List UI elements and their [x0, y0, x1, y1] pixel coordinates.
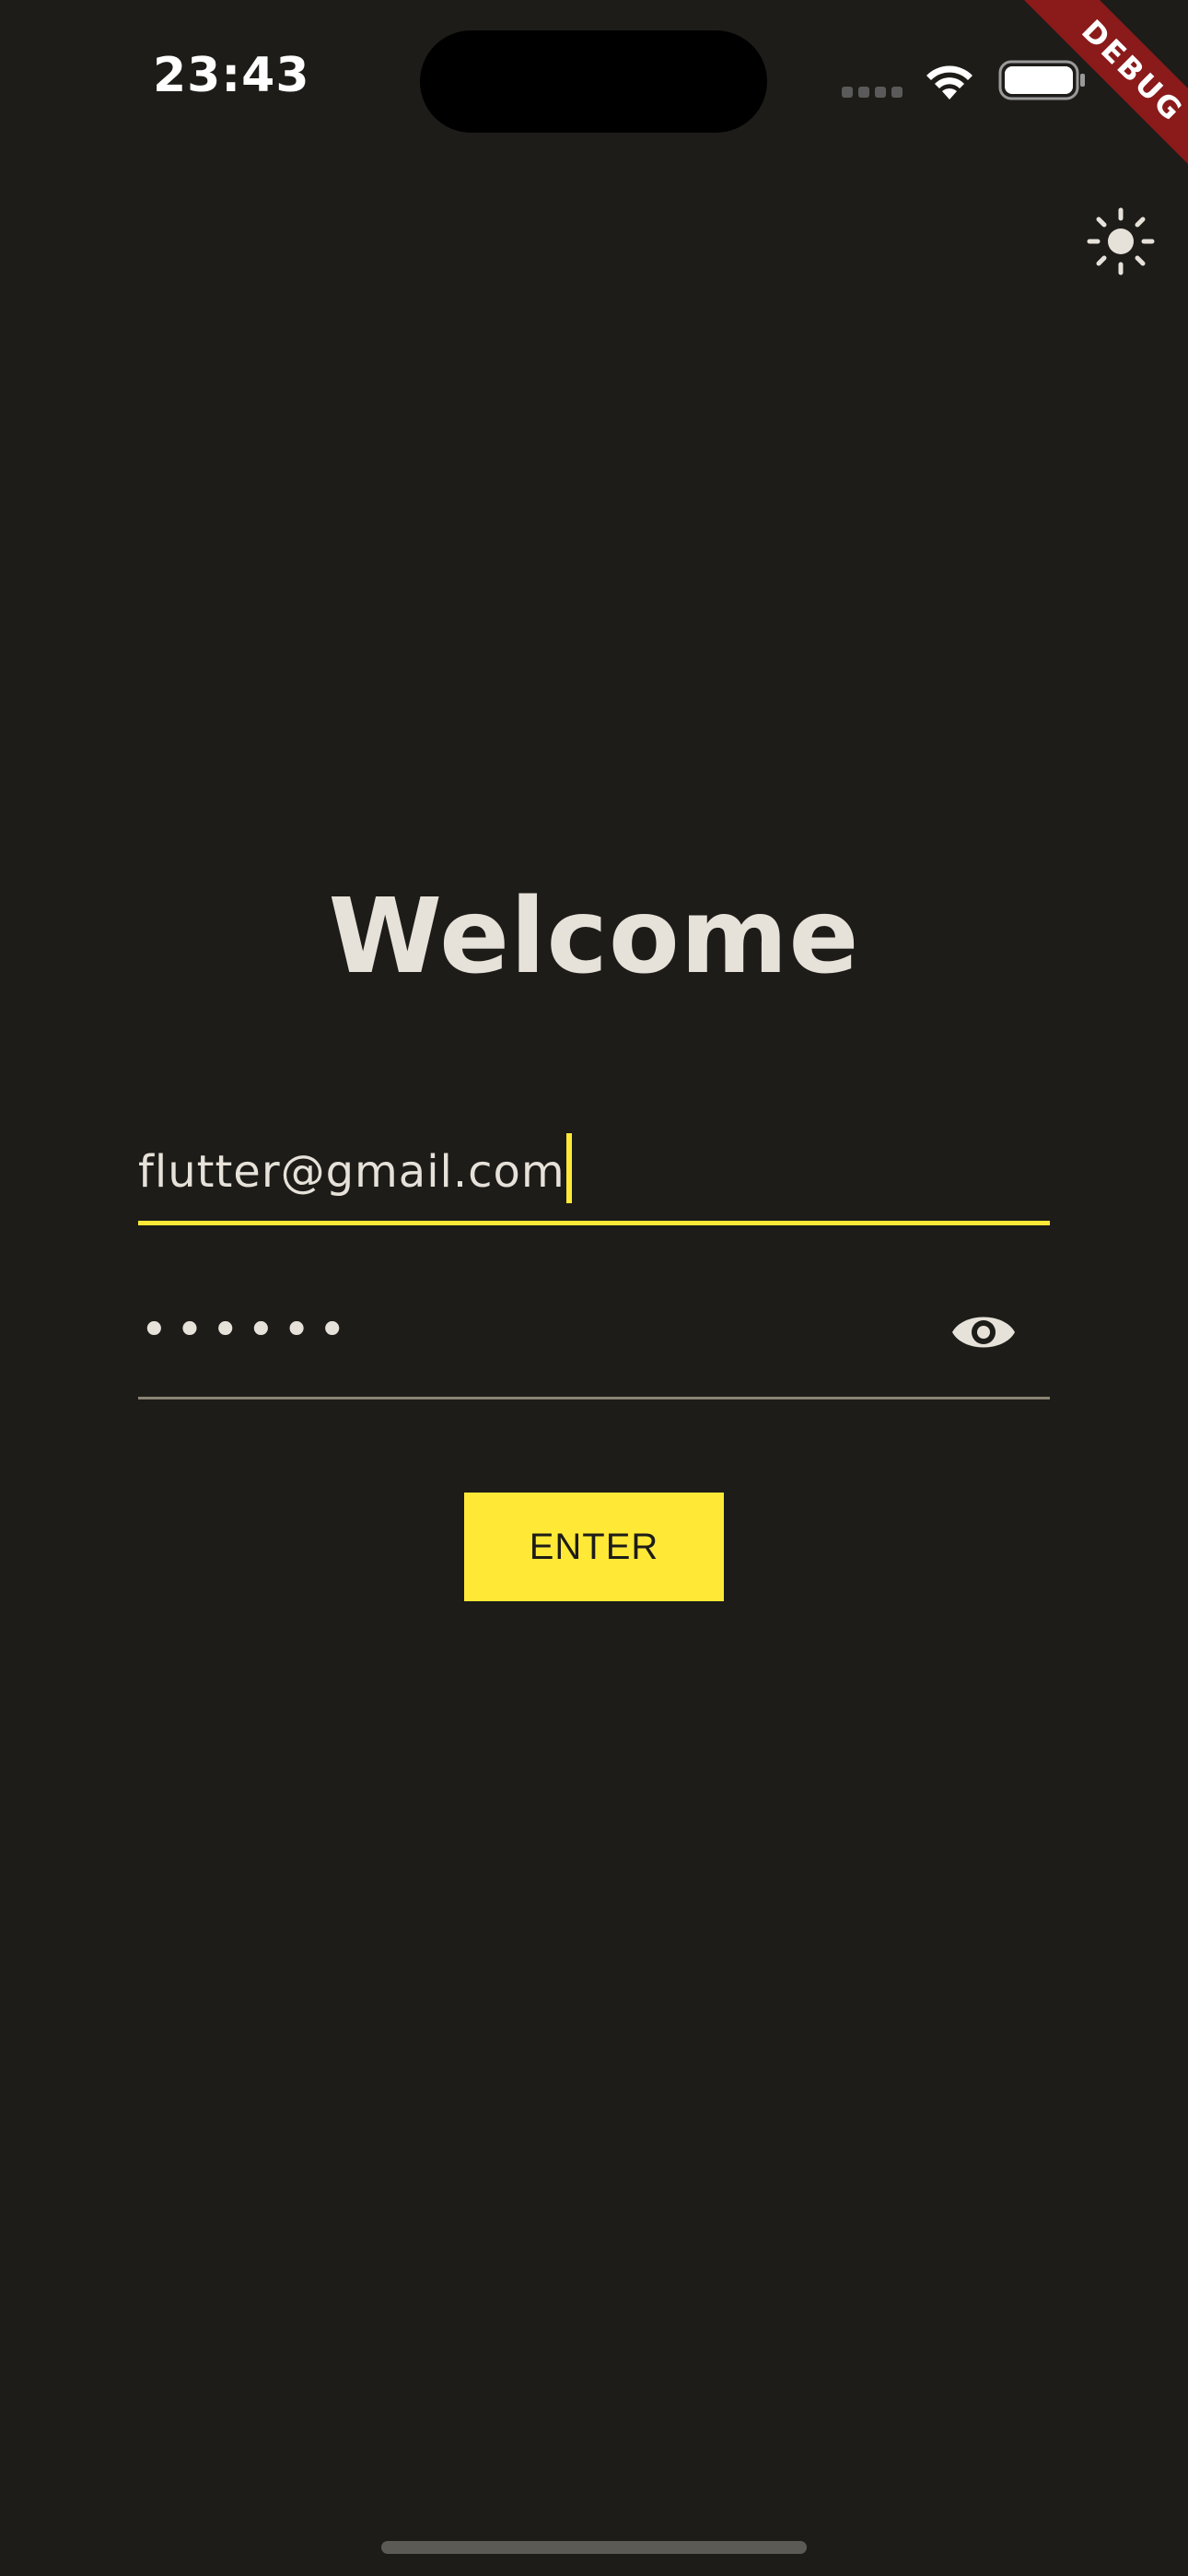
email-field[interactable]: flutter@gmail.com — [138, 1106, 1050, 1225]
home-indicator[interactable] — [381, 2541, 807, 2554]
password-field[interactable]: •••••• — [138, 1281, 1050, 1399]
text-caret — [565, 1133, 572, 1203]
login-screen: 23:43 DEBUG Welcome flutter@gmail.com ••… — [0, 0, 1188, 2576]
theme-toggle-button[interactable] — [1087, 207, 1155, 275]
password-value: •••••• — [140, 1303, 355, 1358]
wifi-icon — [926, 65, 973, 100]
dynamic-island — [420, 30, 767, 133]
cellular-signal-icon — [842, 87, 903, 98]
eye-icon — [952, 1317, 1015, 1348]
battery-icon — [998, 60, 1085, 100]
email-value: flutter@gmail.com — [138, 1146, 565, 1198]
email-field-container: flutter@gmail.com — [138, 1133, 572, 1203]
page-title: Welcome — [328, 877, 860, 997]
status-time: 23:43 — [153, 48, 310, 103]
sun-icon — [1087, 207, 1155, 275]
enter-button[interactable]: ENTER — [464, 1493, 724, 1601]
password-visibility-toggle[interactable] — [950, 1306, 1017, 1358]
